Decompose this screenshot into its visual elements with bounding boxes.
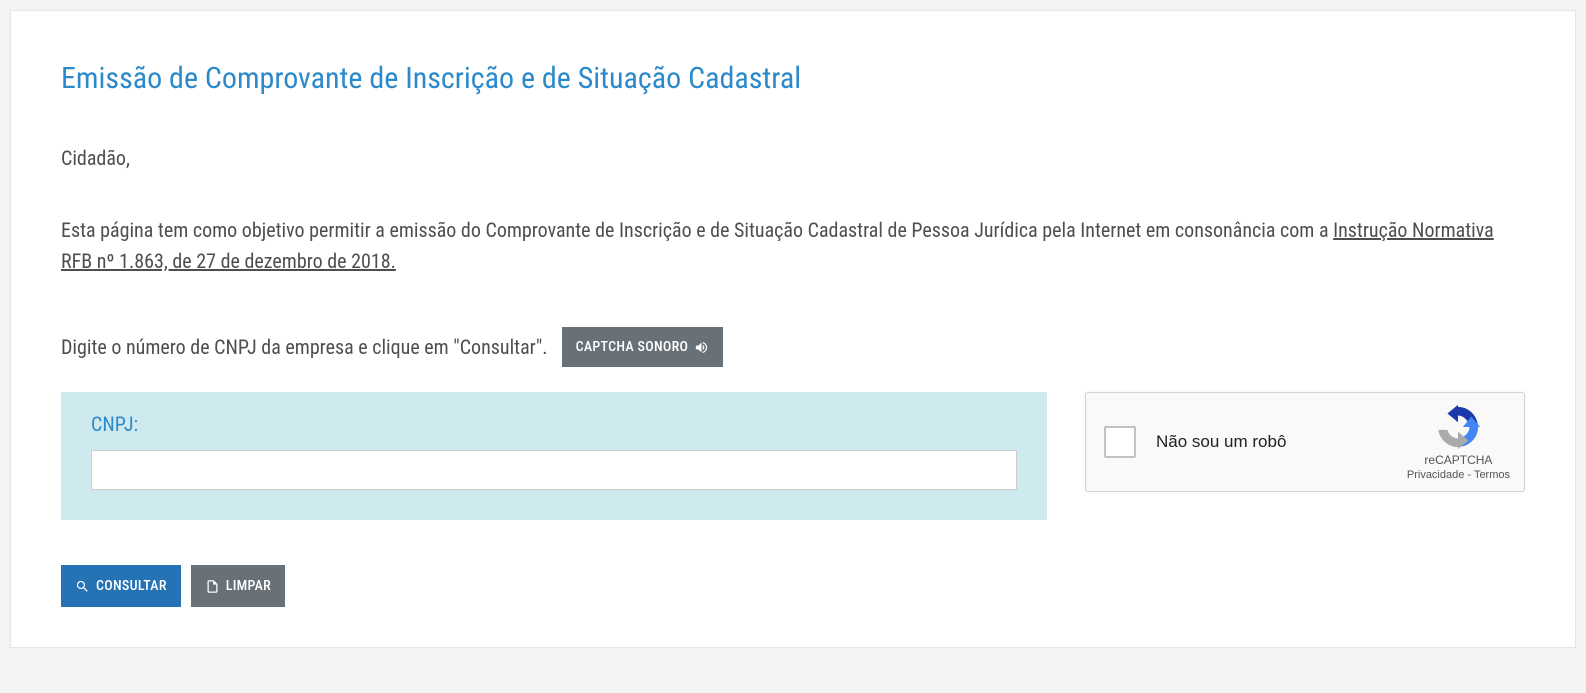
recaptcha-checkbox[interactable] bbox=[1104, 426, 1136, 458]
instruction-row: Digite o número de CNPJ da empresa e cli… bbox=[61, 327, 1525, 367]
recaptcha-brand: reCAPTCHA bbox=[1407, 453, 1510, 467]
cnpj-label: CNPJ: bbox=[91, 412, 1017, 436]
consultar-button[interactable]: CONSULTAR bbox=[61, 565, 181, 607]
search-icon bbox=[75, 579, 90, 594]
limpar-label: LIMPAR bbox=[226, 578, 271, 594]
action-row: CONSULTAR LIMPAR bbox=[61, 565, 1525, 607]
main-panel: Emissão de Comprovante de Inscrição e de… bbox=[10, 10, 1576, 648]
recaptcha-links: Privacidade - Termos bbox=[1407, 469, 1510, 481]
recaptcha-widget: Não sou um robô reCAPTCHA Privacidade - … bbox=[1085, 392, 1525, 492]
cnpj-input[interactable] bbox=[91, 450, 1017, 490]
captcha-sonoro-label: CAPTCHA SONORO bbox=[576, 339, 689, 355]
page-title: Emissão de Comprovante de Inscrição e de… bbox=[61, 61, 1525, 96]
recaptcha-label: Não sou um robô bbox=[1156, 432, 1407, 452]
file-icon bbox=[205, 579, 220, 594]
form-row: CNPJ: Não sou um robô reCAPTCHA Privacid… bbox=[61, 392, 1525, 520]
instruction-text: Digite o número de CNPJ da empresa e cli… bbox=[61, 335, 548, 359]
description-text: Esta página tem como objetivo permitir a… bbox=[61, 215, 1525, 277]
recaptcha-icon bbox=[1434, 403, 1482, 451]
recaptcha-separator: - bbox=[1464, 469, 1474, 481]
recaptcha-terms-link[interactable]: Termos bbox=[1474, 469, 1510, 481]
consultar-label: CONSULTAR bbox=[96, 578, 167, 594]
recaptcha-privacy-link[interactable]: Privacidade bbox=[1407, 469, 1464, 481]
cnpj-input-box: CNPJ: bbox=[61, 392, 1047, 520]
limpar-button[interactable]: LIMPAR bbox=[191, 565, 285, 607]
greeting-text: Cidadão, bbox=[61, 146, 1525, 170]
recaptcha-branding: reCAPTCHA Privacidade - Termos bbox=[1407, 403, 1510, 481]
description-pre: Esta página tem como objetivo permitir a… bbox=[61, 218, 1333, 242]
sound-icon bbox=[694, 340, 709, 355]
captcha-sonoro-button[interactable]: CAPTCHA SONORO bbox=[562, 327, 724, 367]
